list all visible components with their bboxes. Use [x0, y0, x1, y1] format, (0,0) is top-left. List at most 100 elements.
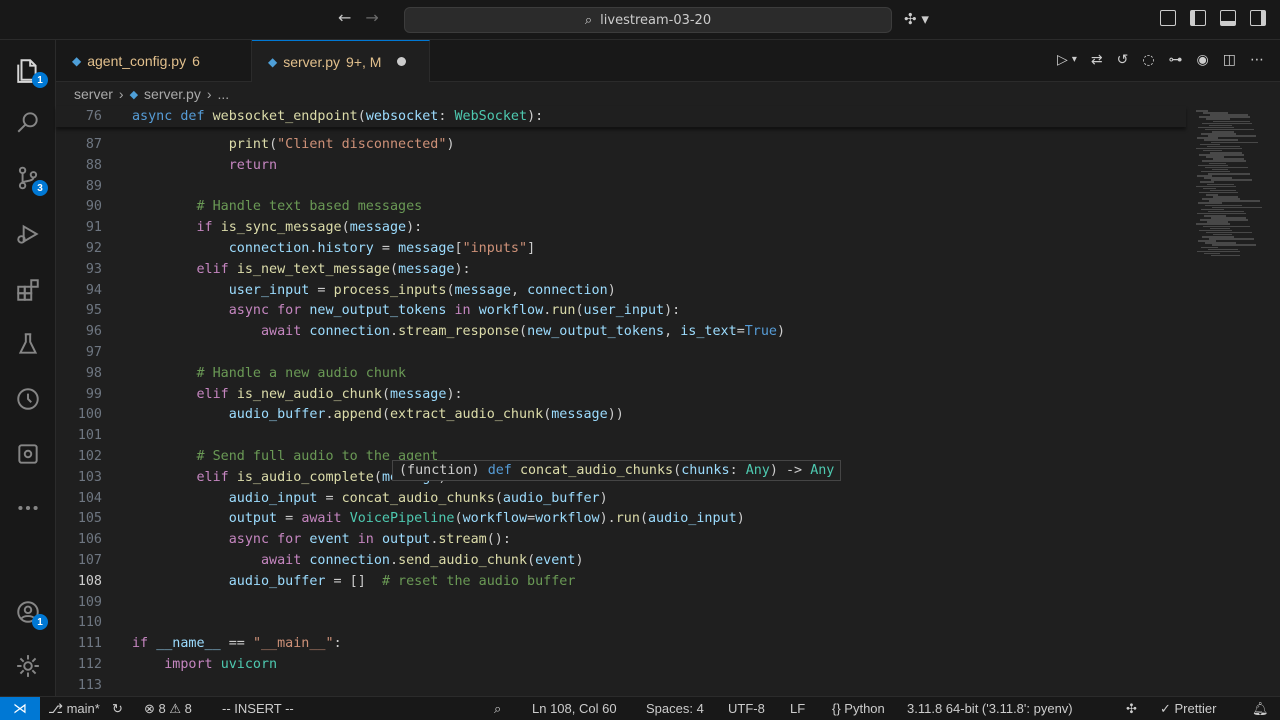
- code-line[interactable]: 101: [56, 425, 1186, 446]
- line-number: 91: [85, 220, 102, 236]
- line-number: 92: [85, 241, 102, 256]
- docker-icon[interactable]: [12, 438, 44, 470]
- line-number: 110: [77, 615, 102, 631]
- sticky-scroll-line[interactable]: 76 async def websocket_endpoint(websocket…: [56, 106, 1186, 127]
- source-control-icon[interactable]: 3: [12, 162, 48, 196]
- line-number: 98: [85, 365, 102, 381]
- run-dropdown-icon[interactable]: ▾: [1072, 52, 1077, 68]
- code-line[interactable]: 88 return: [56, 155, 1186, 176]
- code-line[interactable]: 105 output = await VoicePipeline(workflo…: [56, 508, 1186, 529]
- toggle-panel-icon[interactable]: [1220, 10, 1236, 26]
- breadcrumb-folder[interactable]: server: [74, 86, 113, 102]
- run-icon[interactable]: ▷: [1057, 52, 1068, 68]
- code-text: async for new_output_tokens in workflow.…: [228, 303, 681, 319]
- compare-changes-icon[interactable]: ⇄: [1091, 52, 1103, 68]
- git-branch[interactable]: ⎇ main*: [48, 701, 100, 717]
- code-line[interactable]: 99 elif is_new_audio_chunk(message):: [56, 384, 1186, 405]
- command-center-search[interactable]: ⌕ livestream-03-20: [404, 7, 892, 33]
- split-editor-icon[interactable]: ◫: [1223, 52, 1236, 68]
- tab-label: agent_config.py: [87, 53, 187, 69]
- code-text: await connection.stream_response(new_out…: [261, 324, 786, 340]
- code-line[interactable]: 92 connection.history = message["inputs"…: [56, 238, 1186, 259]
- code-line[interactable]: 109: [56, 592, 1186, 613]
- cursor-position[interactable]: Ln 108, Col 60: [532, 701, 617, 716]
- tab-agent-config[interactable]: ◆ agent_config.py 6: [56, 40, 252, 82]
- code-editor[interactable]: (function) def concat_audio_chunks(chunk…: [56, 106, 1280, 696]
- code-line[interactable]: 100 audio_buffer.append(extract_audio_ch…: [56, 404, 1186, 425]
- python-file-icon: ◆: [72, 54, 82, 68]
- line-number: 96: [85, 324, 102, 340]
- code-line[interactable]: 104 audio_input = concat_audio_chunks(au…: [56, 488, 1186, 509]
- previous-change-icon[interactable]: ◌: [1142, 52, 1154, 68]
- line-number: 100: [77, 407, 102, 423]
- open-changes-icon[interactable]: ↺: [1117, 52, 1129, 68]
- code-line[interactable]: 94 user_input = process_inputs(message, …: [56, 280, 1186, 301]
- problems-indicator[interactable]: ⊗ 8 ⚠ 8: [144, 701, 192, 717]
- next-change-icon[interactable]: ⊶: [1169, 52, 1183, 68]
- settings-gear-icon[interactable]: [12, 650, 44, 682]
- code-text: output = await VoicePipeline(workflow=wo…: [228, 511, 745, 527]
- minimap[interactable]: [1188, 106, 1280, 696]
- line-number: 103: [77, 469, 102, 485]
- code-line[interactable]: 110: [56, 612, 1186, 633]
- forward-arrow-icon[interactable]: →: [365, 8, 378, 27]
- explorer-badge: 1: [32, 72, 48, 88]
- line-number: 112: [77, 657, 102, 672]
- code-line[interactable]: 97: [56, 342, 1186, 363]
- testing-icon[interactable]: [12, 328, 44, 360]
- code-line[interactable]: 93 elif is_new_text_message(message):: [56, 259, 1186, 280]
- customize-layout-icon[interactable]: [1160, 10, 1176, 26]
- code-line[interactable]: 113: [56, 675, 1186, 696]
- more-icon[interactable]: [12, 492, 44, 524]
- remote-indicator-icon[interactable]: ⋊: [0, 697, 40, 720]
- toggle-sidebar-icon[interactable]: [1190, 10, 1206, 26]
- indentation[interactable]: Spaces: 4: [646, 701, 704, 716]
- copilot-icon[interactable]: ✣ ▾: [904, 10, 929, 28]
- formatter[interactable]: ✓ Prettier: [1160, 701, 1216, 717]
- code-line[interactable]: 95 async for new_output_tokens in workfl…: [56, 300, 1186, 321]
- code-line[interactable]: 87 print("Client disconnected"): [56, 134, 1186, 155]
- python-interpreter[interactable]: 3.11.8 64-bit ('3.11.8': pyenv): [907, 701, 1073, 716]
- navigation-arrows: ← →: [338, 8, 379, 27]
- breadcrumb: server › ◆ server.py › ...: [56, 82, 1280, 106]
- code-line[interactable]: 91 if is_sync_message(message):: [56, 217, 1186, 238]
- code-line[interactable]: 89: [56, 176, 1186, 197]
- unsaved-dot-icon[interactable]: [397, 57, 407, 66]
- back-arrow-icon[interactable]: ←: [338, 8, 351, 27]
- zoom-icon[interactable]: ⌕: [494, 701, 501, 717]
- code-line[interactable]: 107 await connection.send_audio_chunk(ev…: [56, 550, 1186, 571]
- breadcrumb-file[interactable]: server.py: [144, 86, 201, 102]
- copilot-status-icon[interactable]: ✣: [1126, 701, 1137, 717]
- code-text: user_input = process_inputs(message, con…: [228, 282, 616, 298]
- code-text: # Handle text based messages: [196, 199, 423, 215]
- explorer-icon[interactable]: 1: [12, 54, 48, 88]
- minimap-line: [1196, 185, 1236, 188]
- remote-explorer-icon[interactable]: [12, 383, 44, 415]
- minimap-line: [1208, 173, 1250, 175]
- code-line[interactable]: 111 if __name__ == "__main__":: [56, 633, 1186, 654]
- search-icon: ⌕: [584, 12, 593, 28]
- code-line[interactable]: 96 await connection.stream_response(new_…: [56, 321, 1186, 342]
- sync-icon[interactable]: ↻: [112, 701, 123, 717]
- copilot-edit-icon[interactable]: ◉: [1197, 52, 1209, 68]
- check-icon: ✓: [1160, 701, 1175, 716]
- code-line[interactable]: 112 import uvicorn: [56, 654, 1186, 675]
- tab-server[interactable]: ◆ server.py 9+, M: [252, 40, 430, 82]
- warning-icon: ⚠: [169, 701, 185, 716]
- code-line[interactable]: 108 audio_buffer = [] # reset the audio …: [56, 571, 1186, 592]
- search-icon[interactable]: [12, 106, 44, 138]
- run-debug-icon[interactable]: [12, 218, 44, 250]
- notifications-bell-icon[interactable]: 🔔︎: [1252, 701, 1269, 717]
- code-line[interactable]: 106 async for event in output.stream():: [56, 529, 1186, 550]
- end-of-line[interactable]: LF: [790, 701, 805, 716]
- code-text: # Handle a new audio chunk: [196, 365, 407, 381]
- more-actions-icon[interactable]: ⋯: [1250, 52, 1264, 68]
- language-mode[interactable]: {} Python: [832, 701, 885, 716]
- toggle-secondary-sidebar-icon[interactable]: [1250, 10, 1266, 26]
- encoding[interactable]: UTF-8: [728, 701, 765, 716]
- code-line[interactable]: 90 # Handle text based messages: [56, 196, 1186, 217]
- account-icon[interactable]: 1: [12, 596, 48, 630]
- extensions-icon[interactable]: [12, 274, 44, 306]
- code-line[interactable]: 98 # Handle a new audio chunk: [56, 363, 1186, 384]
- breadcrumb-more[interactable]: ...: [218, 86, 230, 102]
